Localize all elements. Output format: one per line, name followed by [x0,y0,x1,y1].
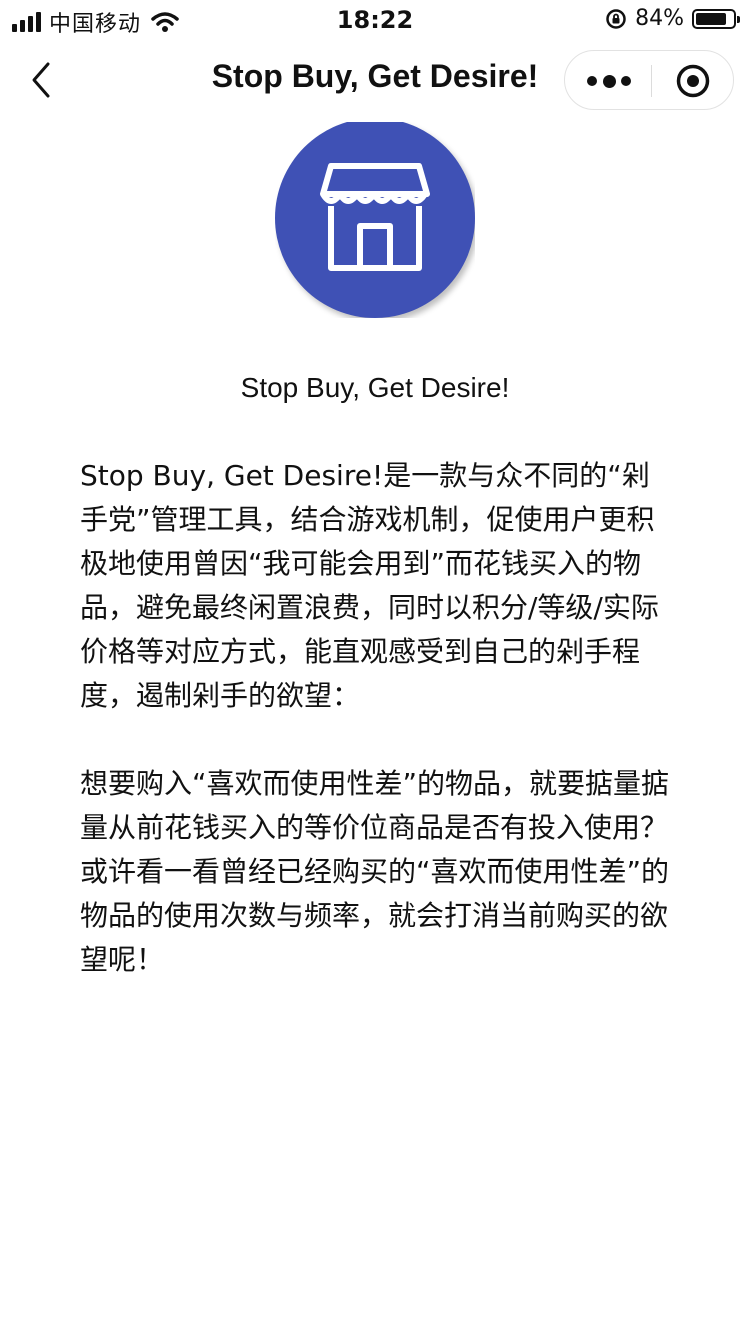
description-paragraph-2: 想要购入“喜欢而使用性差”的物品，就要掂量掂量从前花钱买入的等价位商品是否有投入… [80,767,670,976]
battery-percent: 84% [635,6,684,31]
battery-icon [692,8,740,29]
app-logo [275,122,475,318]
mini-program-capsule [564,50,734,110]
description-paragraph-1: Stop Buy, Get Desire!是一款与众不同的“剁手党”管理工具，结… [80,459,659,712]
navigation-bar: Stop Buy, Get Desire! [0,40,750,122]
battery-fill [696,12,727,25]
app-name: Stop Buy, Get Desire! [240,372,510,403]
status-bar: 中国移动 18:22 84% [0,0,750,40]
capsule-divider [651,65,652,97]
more-menu-icon[interactable] [587,71,631,91]
status-right: 84% [605,6,740,31]
storefront-icon [320,163,430,271]
orientation-lock-icon [606,8,626,29]
close-mini-program-icon[interactable] [675,63,711,99]
